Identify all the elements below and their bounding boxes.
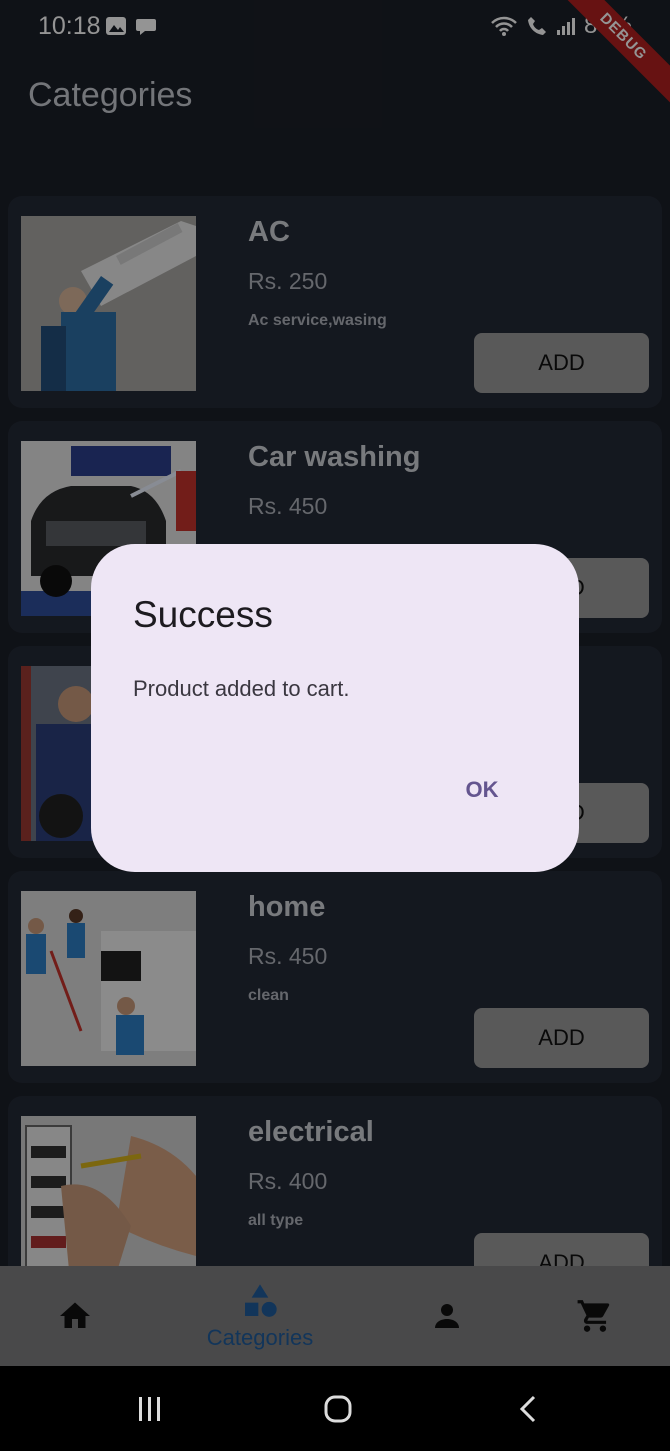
system-navigation-bar: [0, 1366, 670, 1451]
home-button[interactable]: [305, 1366, 370, 1451]
ok-button[interactable]: OK: [447, 770, 517, 810]
recent-apps-icon: [139, 1396, 160, 1421]
dialog-title: Success: [133, 594, 273, 635]
home-circle-icon: [324, 1395, 351, 1422]
app-screen: 10:18 DEBUG Categories AC Rs. 250 Ac ser…: [0, 0, 670, 1451]
recent-apps-button[interactable]: [120, 1366, 180, 1451]
dialog-message: Product added to cart.: [133, 676, 350, 701]
back-icon: [519, 1395, 535, 1422]
back-button[interactable]: [500, 1366, 555, 1451]
success-dialog: Success Product added to cart. OK: [91, 544, 579, 872]
